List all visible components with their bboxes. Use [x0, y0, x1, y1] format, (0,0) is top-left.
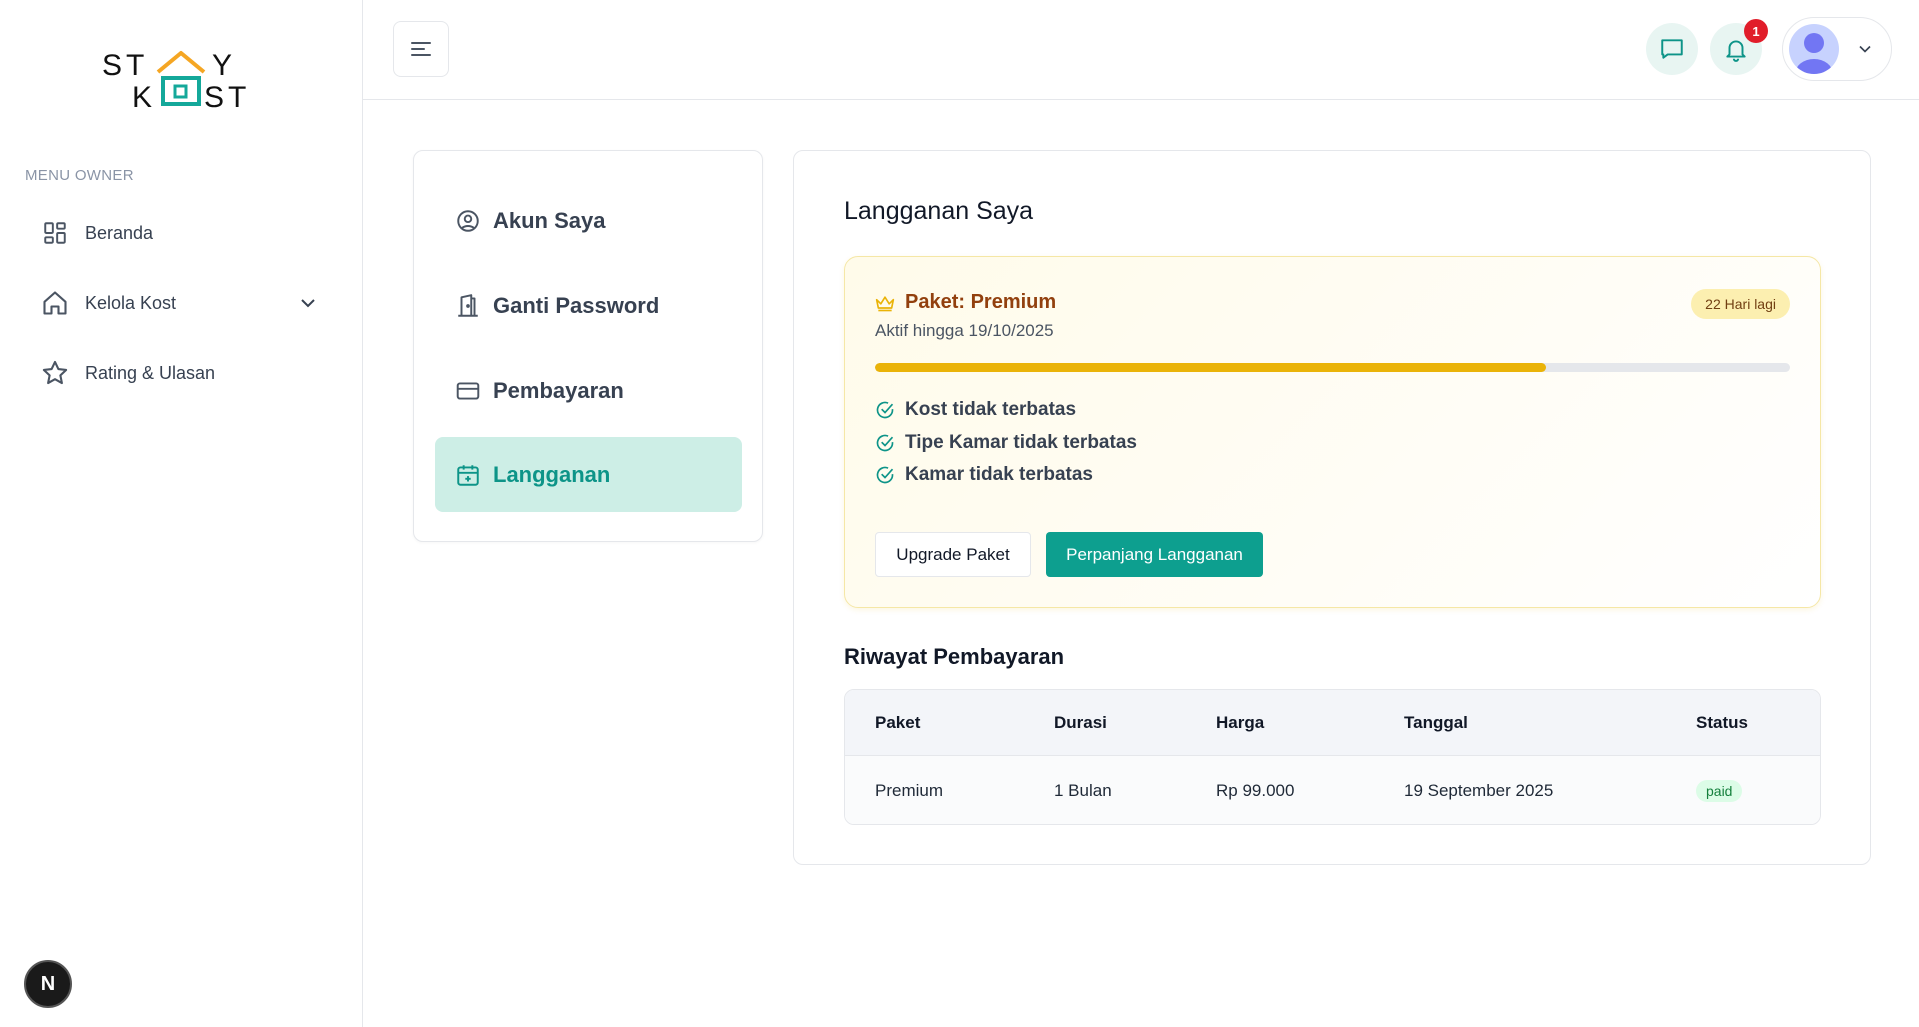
check-circle-icon: [876, 434, 894, 452]
star-icon: [40, 358, 70, 388]
page-title: Langganan Saya: [844, 197, 1034, 225]
door-icon: [458, 293, 478, 317]
settings-item-akun-saya[interactable]: Akun Saya: [435, 183, 742, 258]
column-header-durasi: Durasi: [1054, 712, 1107, 732]
settings-item-ganti-password[interactable]: Ganti Password: [435, 268, 742, 343]
home-icon: [40, 288, 70, 318]
feature-item: Tipe Kamar tidak terbatas: [875, 432, 1137, 454]
chat-icon: [1661, 39, 1683, 59]
days-left-badge: 22 Hari lagi: [1691, 289, 1790, 319]
column-header-paket: Paket: [875, 712, 921, 732]
svg-text:Y: Y: [212, 49, 236, 82]
cell-harga: Rp 99.000: [1216, 781, 1295, 800]
settings-item-label: Ganti Password: [493, 292, 660, 318]
payment-history-table: Paket Durasi Harga Tanggal Status Premiu…: [844, 689, 1821, 825]
feature-label: Tipe Kamar tidak terbatas: [905, 432, 1137, 453]
upgrade-plan-button[interactable]: Upgrade Paket: [875, 532, 1031, 577]
cell-durasi: 1 Bulan: [1054, 781, 1112, 800]
svg-text:ST: ST: [204, 81, 250, 110]
plan-label: Paket: Premium: [905, 291, 1057, 313]
sidebar-item-beranda[interactable]: Beranda: [40, 211, 330, 255]
check-circle-icon: [876, 401, 894, 419]
chevron-down-icon[interactable]: [296, 291, 320, 315]
settings-item-pembayaran[interactable]: Pembayaran: [435, 353, 742, 428]
table-header: Paket Durasi Harga Tanggal Status: [845, 690, 1820, 756]
calendar-icon: [457, 464, 479, 486]
chevron-down-icon: [1859, 45, 1871, 53]
sidebar-item-label: Rating & Ulasan: [85, 362, 216, 383]
payment-history-title: Riwayat Pembayaran: [844, 644, 1065, 669]
column-header-status: Status: [1696, 712, 1748, 732]
settings-item-label: Akun Saya: [493, 207, 606, 233]
settings-item-langganan[interactable]: Langganan: [435, 437, 742, 512]
cell-status: paid: [1696, 756, 1743, 824]
menu-toggle-button[interactable]: [393, 21, 449, 77]
extend-subscription-button[interactable]: Perpanjang Langganan: [1046, 532, 1263, 577]
feature-label: Kost tidak terbatas: [905, 399, 1077, 420]
subscription-panel: Langganan Saya Paket: Premium Aktif hing…: [793, 150, 1871, 865]
sidebar: ST Y K ST MENU OWNER Beranda Kelola Kost…: [0, 0, 363, 1027]
subscription-progress: [875, 363, 1790, 372]
user-menu-button[interactable]: [1782, 17, 1892, 81]
messages-button[interactable]: [1646, 23, 1698, 75]
bell-icon: [1726, 40, 1746, 62]
staykost-logo[interactable]: ST Y K ST: [100, 48, 262, 110]
sidebar-item-kelola-kost[interactable]: Kelola Kost: [40, 281, 330, 325]
cell-paket: Premium: [875, 781, 944, 800]
settings-menu: Akun Saya Ganti Password Pembayaran Lang…: [413, 150, 763, 542]
notifications-button[interactable]: 1: [1710, 19, 1768, 75]
subscription-progress-fill: [875, 363, 1546, 372]
top-header: 1: [363, 0, 1919, 100]
user-circle-icon: [457, 209, 479, 232]
check-circle-icon: [876, 466, 894, 484]
notification-count-badge: 1: [1744, 19, 1768, 43]
feature-item: Kost tidak terbatas: [875, 399, 1076, 421]
user-avatar-icon: [1795, 33, 1833, 74]
column-header-harga: Harga: [1216, 712, 1265, 732]
plan-card: Paket: Premium Aktif hingga 19/10/2025 2…: [844, 256, 1821, 608]
feature-label: Kamar tidak terbatas: [905, 464, 1093, 485]
hamburger-icon: [411, 42, 431, 56]
nextjs-dev-badge[interactable]: N: [24, 960, 72, 1008]
column-header-tanggal: Tanggal: [1404, 712, 1468, 732]
sidebar-item-label: Beranda: [85, 222, 154, 243]
svg-text:K: K: [132, 81, 156, 110]
avatar: [1789, 24, 1839, 74]
crown-icon: [875, 295, 895, 311]
credit-card-icon: [456, 381, 480, 400]
sidebar-menu-title: MENU OWNER: [25, 167, 134, 184]
table-row: Premium 1 Bulan Rp 99.000 19 September 2…: [845, 756, 1820, 824]
settings-item-label: Pembayaran: [493, 377, 624, 403]
settings-item-label: Langganan: [493, 461, 611, 487]
plan-active-until: Aktif hingga 19/10/2025: [875, 321, 1054, 340]
app-root: ST Y K ST MENU OWNER Beranda Kelola Kost…: [0, 0, 1919, 1027]
cell-tanggal: 19 September 2025: [1404, 781, 1554, 800]
sidebar-item-rating-ulasan[interactable]: Rating & Ulasan: [40, 351, 330, 395]
plan-name: Paket: Premium: [875, 291, 1056, 314]
status-badge: paid: [1696, 780, 1743, 802]
sidebar-item-label: Kelola Kost: [85, 292, 177, 313]
dashboard-icon: [40, 218, 70, 248]
feature-item: Kamar tidak terbatas: [875, 464, 1093, 486]
svg-text:ST: ST: [102, 49, 148, 82]
